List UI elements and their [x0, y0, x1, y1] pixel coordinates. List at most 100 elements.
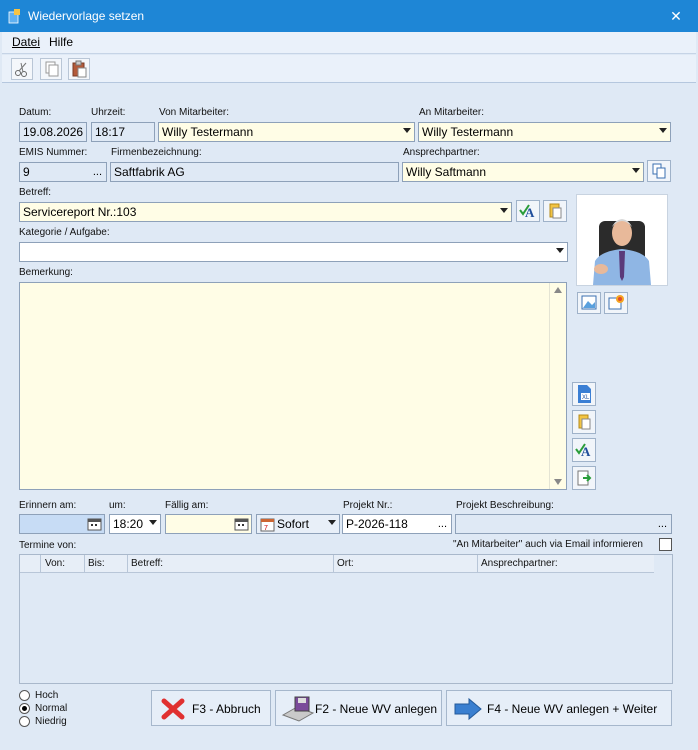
- remark-textarea[interactable]: [19, 282, 567, 490]
- at-label: um:: [109, 500, 126, 511]
- subject-value: Servicereport Nr.:103: [23, 205, 137, 219]
- menu-help[interactable]: Hilfe: [49, 35, 73, 49]
- remind-date-field[interactable]: [19, 514, 105, 534]
- app-icon: [8, 9, 20, 24]
- new-wv-button-label: F2 - Neue WV anlegen: [315, 702, 438, 716]
- copy-icon: [45, 61, 59, 77]
- spellcheck-remark-button[interactable]: A: [572, 438, 596, 462]
- to-employee-select[interactable]: Willy Testermann: [418, 122, 671, 142]
- table-header: Von: Bis: Betreff: Ort: Ansprechpartner:: [20, 555, 654, 573]
- priority-low-radio[interactable]: [19, 716, 30, 727]
- email-notify-checkbox[interactable]: [659, 538, 672, 551]
- due-label: Fällig am:: [165, 500, 209, 511]
- company-field[interactable]: Saftfabrik AG: [110, 162, 399, 182]
- close-icon[interactable]: ✕: [664, 8, 688, 24]
- col-header-to[interactable]: Bis:: [88, 558, 105, 569]
- insert-remark-button[interactable]: [572, 466, 596, 490]
- new-wv-continue-button-label: F4 - Neue WV anlegen + Weiter: [487, 702, 658, 716]
- remark-label: Bemerkung:: [19, 267, 73, 278]
- time-field[interactable]: 18:17: [91, 122, 155, 142]
- sofort-button[interactable]: 7 Sofort: [256, 514, 340, 534]
- chevron-down-icon[interactable]: [659, 128, 667, 133]
- emis-label: EMIS Nummer:: [19, 147, 88, 158]
- document-arrow-icon: [577, 470, 592, 486]
- project-desc-field[interactable]: ...: [455, 514, 672, 534]
- contact-label: Ansprechpartner:: [403, 147, 480, 158]
- chevron-down-icon[interactable]: [632, 168, 640, 173]
- new-photo-button[interactable]: [604, 292, 628, 314]
- category-select[interactable]: [19, 242, 568, 262]
- emis-field[interactable]: 9 ...: [19, 162, 107, 182]
- svg-text:XL: XL: [582, 395, 590, 401]
- calendar-icon[interactable]: [87, 517, 102, 531]
- sofort-label: Sofort: [277, 517, 310, 531]
- red-x-icon: [161, 698, 185, 720]
- project-desc-browse-button[interactable]: ...: [658, 518, 667, 530]
- remark-templates-button[interactable]: [572, 410, 596, 434]
- clipboard-icon: [578, 414, 591, 430]
- project-browse-button[interactable]: ...: [438, 518, 447, 530]
- calendar-date-icon: 7: [260, 518, 275, 532]
- chevron-down-icon[interactable]: [500, 208, 508, 213]
- col-header-contact[interactable]: Ansprechpartner:: [481, 558, 558, 569]
- priority-low-label: Niedrig: [35, 716, 67, 727]
- excel-document-icon: XL: [578, 385, 591, 403]
- remind-label: Erinnern am:: [19, 500, 77, 511]
- contact-select[interactable]: Willy Saftmann: [402, 162, 644, 182]
- spellcheck-icon: A: [519, 204, 535, 220]
- spellcheck-icon: A: [575, 443, 591, 459]
- save-disk-icon: [281, 696, 315, 722]
- chevron-down-icon[interactable]: [328, 520, 336, 525]
- email-notify-label: "An Mitarbeiter" auch via Email informie…: [453, 539, 643, 550]
- window-title: Wiedervorlage setzen: [28, 9, 145, 23]
- remark-scrollbar[interactable]: [549, 283, 566, 489]
- scroll-up-icon[interactable]: [554, 287, 562, 293]
- new-wv-continue-button[interactable]: F4 - Neue WV anlegen + Weiter: [446, 690, 672, 726]
- spellcheck-subject-button[interactable]: A: [516, 200, 540, 222]
- menu-file[interactable]: Datei: [12, 35, 40, 49]
- scissors-icon: [15, 62, 27, 77]
- chevron-down-icon[interactable]: [556, 248, 564, 253]
- image-new-icon: [608, 295, 624, 310]
- calendar-icon[interactable]: [234, 517, 249, 531]
- project-desc-label: Projekt Beschreibung:: [456, 500, 554, 511]
- priority-high-radio[interactable]: [19, 690, 30, 701]
- date-label: Datum:: [19, 107, 52, 118]
- priority-normal-radio[interactable]: [19, 703, 30, 714]
- col-header-subject[interactable]: Betreff:: [131, 558, 163, 569]
- image-icon: [581, 295, 597, 310]
- col-header-from[interactable]: Von:: [45, 558, 65, 569]
- toolbar: [2, 55, 696, 83]
- appointments-label: Termine von:: [19, 540, 77, 551]
- project-no-label: Projekt Nr.:: [343, 500, 393, 511]
- copy-button[interactable]: [40, 58, 62, 80]
- excel-export-button[interactable]: XL: [572, 382, 596, 406]
- cancel-button[interactable]: F3 - Abbruch: [151, 690, 271, 726]
- col-header-location[interactable]: Ort:: [337, 558, 354, 569]
- subject-select[interactable]: Servicereport Nr.:103: [19, 202, 512, 222]
- from-employee-value: Willy Testermann: [162, 125, 254, 139]
- clipboard-icon: [549, 203, 562, 219]
- change-photo-button[interactable]: [577, 292, 601, 314]
- from-employee-select[interactable]: Willy Testermann: [158, 122, 415, 142]
- time-select[interactable]: 18:20: [109, 514, 161, 534]
- subject-label: Betreff:: [19, 187, 52, 198]
- chevron-down-icon[interactable]: [149, 520, 157, 525]
- copy-contact-button[interactable]: [647, 160, 671, 182]
- date-field[interactable]: 19.08.2026: [19, 122, 87, 142]
- priority-high-label: Hoch: [35, 690, 59, 701]
- appointments-table[interactable]: Von: Bis: Betreff: Ort: Ansprechpartner:: [19, 554, 673, 684]
- at-value: 18:20: [113, 517, 144, 531]
- menu-bar: Datei Hilfe: [2, 32, 696, 54]
- text-templates-button[interactable]: [543, 200, 567, 222]
- new-wv-button[interactable]: F2 - Neue WV anlegen: [275, 690, 442, 726]
- project-no-field[interactable]: P-2026-118 ...: [342, 514, 452, 534]
- due-date-field[interactable]: [165, 514, 252, 534]
- paste-button[interactable]: [68, 58, 90, 80]
- chevron-down-icon[interactable]: [403, 128, 411, 133]
- scroll-down-icon[interactable]: [554, 479, 562, 485]
- emis-value: 9: [23, 165, 30, 179]
- cut-button[interactable]: [11, 58, 33, 80]
- emis-browse-button[interactable]: ...: [93, 166, 102, 178]
- arrow-right-icon: [454, 697, 482, 721]
